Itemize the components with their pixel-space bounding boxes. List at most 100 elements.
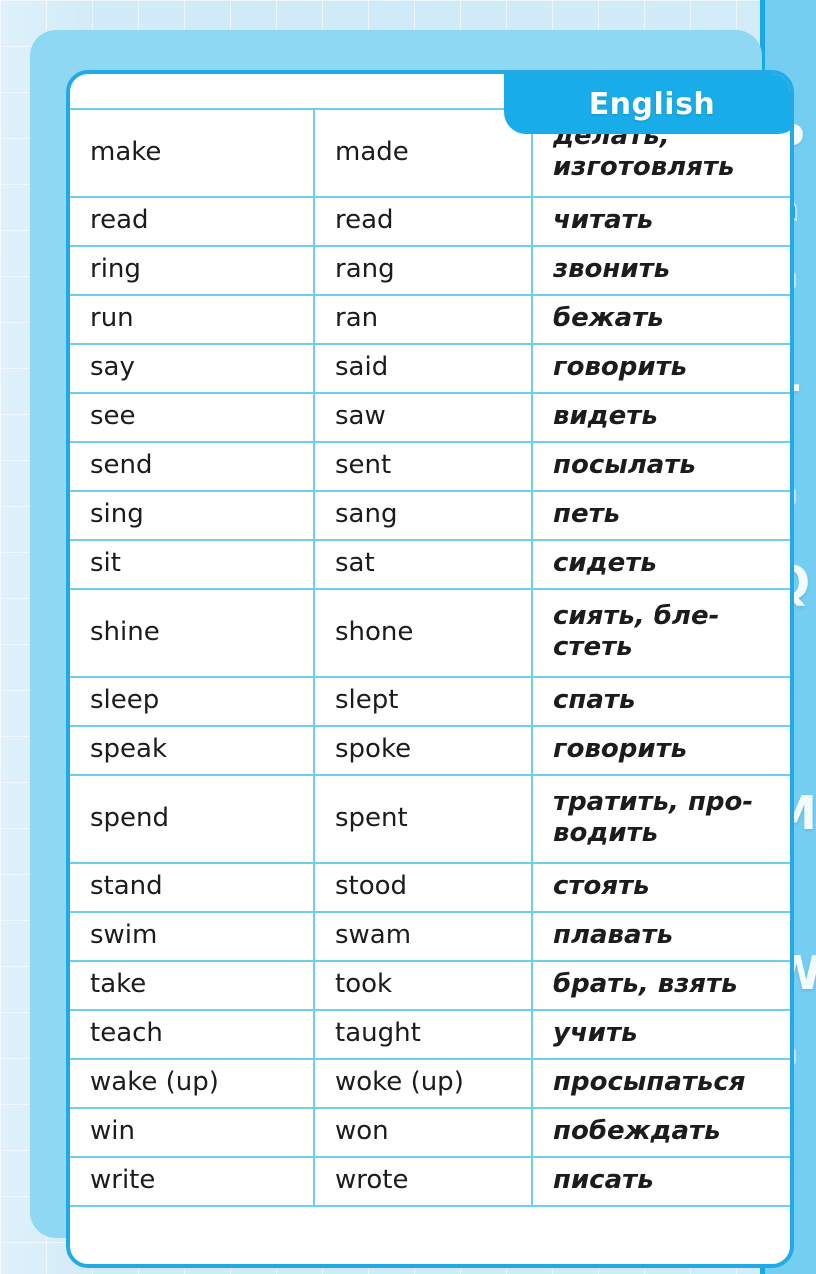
verb-infinitive-cell: swim <box>70 911 315 962</box>
table-row: send sent посылать <box>70 441 790 492</box>
verb-translation-cell: спать <box>532 676 790 727</box>
translation-line: звонить <box>553 254 671 285</box>
verb-infinitive-cell: teach <box>70 1009 315 1060</box>
translation-line: сиять, бле- <box>553 601 720 632</box>
table-row: write wrote писать <box>70 1156 790 1207</box>
verb-translation-cell: плавать <box>532 911 790 962</box>
verb-past-cell: ran <box>314 294 533 345</box>
translation-line: сидеть <box>553 548 657 579</box>
verb-past-cell: sang <box>314 490 533 541</box>
verb-translation-cell: звонить <box>532 245 790 296</box>
verb-past-cell: spoke <box>314 725 533 776</box>
table-row: sit sat сидеть <box>70 539 790 590</box>
translation-line: петь <box>553 499 621 530</box>
verb-past-cell: swam <box>314 911 533 962</box>
translation-line: бежать <box>553 303 664 334</box>
verb-past-cell: rang <box>314 245 533 296</box>
verb-past-cell: saw <box>314 392 533 443</box>
verb-translation-cell: сиять, бле-стеть <box>532 588 790 678</box>
verb-translation-cell: стоять <box>532 862 790 913</box>
verb-infinitive-cell: sit <box>70 539 315 590</box>
verb-infinitive-cell: speak <box>70 725 315 776</box>
verb-past-cell: woke (up) <box>314 1058 533 1109</box>
verb-translation-cell: видеть <box>532 392 790 443</box>
verb-past-cell: said <box>314 343 533 394</box>
translation-line: спать <box>553 685 636 716</box>
verb-infinitive-cell: see <box>70 392 315 443</box>
verb-translation-cell: учить <box>532 1009 790 1060</box>
translation-line: стоять <box>553 871 650 902</box>
table-row: stand stood стоять <box>70 862 790 913</box>
verb-translation-cell: говорить <box>532 725 790 776</box>
translation-line: побеждать <box>553 1116 721 1147</box>
verb-past-cell: took <box>314 960 533 1011</box>
verb-card-frame: English make made делать, изготовлять read re… <box>30 30 794 1268</box>
translation-line: брать, взять <box>553 969 738 1000</box>
translation-line: посылать <box>553 450 696 481</box>
translation-line: учить <box>553 1018 638 1049</box>
verb-infinitive-cell: send <box>70 441 315 492</box>
verb-infinitive-cell: say <box>70 343 315 394</box>
translation-line: плавать <box>553 920 674 951</box>
translation-line: говорить <box>553 352 688 383</box>
table-row: teach taught учить <box>70 1009 790 1060</box>
table-row: wake (up) woke (up) просыпаться <box>70 1058 790 1109</box>
verb-infinitive-cell: sleep <box>70 676 315 727</box>
verb-past-cell: made <box>314 108 533 198</box>
table-row: run ran бежать <box>70 294 790 345</box>
verb-translation-cell: посылать <box>532 441 790 492</box>
verb-translation-cell: тратить, про-водить <box>532 774 790 864</box>
table-row: swim swam плавать <box>70 911 790 962</box>
translation-line: тратить, про- <box>553 787 754 818</box>
verb-card: English make made делать, изготовлять read re… <box>66 70 794 1268</box>
verb-past-cell: read <box>314 196 533 247</box>
verb-translation-cell: писать <box>532 1156 790 1207</box>
verb-translation-cell: сидеть <box>532 539 790 590</box>
translation-line: говорить <box>553 734 688 765</box>
verb-translation-cell: петь <box>532 490 790 541</box>
verb-infinitive-cell: make <box>70 108 315 198</box>
verb-infinitive-cell: stand <box>70 862 315 913</box>
verb-translation-cell: читать <box>532 196 790 247</box>
verb-past-cell: taught <box>314 1009 533 1060</box>
translation-line: видеть <box>553 401 658 432</box>
table-row: see saw видеть <box>70 392 790 443</box>
table-row: win won побеждать <box>70 1107 790 1158</box>
translation-line: писать <box>553 1165 654 1196</box>
english-title-tab: English <box>504 74 790 134</box>
verb-infinitive-cell: sing <box>70 490 315 541</box>
table-row: ring rang звонить <box>70 245 790 296</box>
verb-infinitive-cell: spend <box>70 774 315 864</box>
verb-past-cell: slept <box>314 676 533 727</box>
translation-line: водить <box>553 818 659 848</box>
verb-infinitive-cell: run <box>70 294 315 345</box>
table-row: take took брать, взять <box>70 960 790 1011</box>
verb-translation-cell: говорить <box>532 343 790 394</box>
verb-translation-cell: просыпаться <box>532 1058 790 1109</box>
table-row: shine shone сиять, бле-стеть <box>70 588 790 678</box>
page-title: English <box>588 86 716 122</box>
verb-infinitive-cell: ring <box>70 245 315 296</box>
table-row: say said говорить <box>70 343 790 394</box>
translation-line: просыпаться <box>553 1067 746 1098</box>
verb-translation-cell: побеждать <box>532 1107 790 1158</box>
verb-past-cell: stood <box>314 862 533 913</box>
translation-line: стеть <box>553 632 633 662</box>
verb-past-cell: sat <box>314 539 533 590</box>
verb-past-cell: shone <box>314 588 533 678</box>
irregular-verbs-table: make made делать, изготовлять read read читать… <box>70 108 790 1207</box>
verb-infinitive-cell: win <box>70 1107 315 1158</box>
verb-past-cell: wrote <box>314 1156 533 1207</box>
verb-past-cell: won <box>314 1107 533 1158</box>
verb-translation-cell: бежать <box>532 294 790 345</box>
verb-translation-cell: брать, взять <box>532 960 790 1011</box>
verb-past-cell: sent <box>314 441 533 492</box>
table-row: sing sang петь <box>70 490 790 541</box>
verb-infinitive-cell: shine <box>70 588 315 678</box>
verb-past-cell: spent <box>314 774 533 864</box>
translation-line: читать <box>553 205 654 236</box>
table-row: read read читать <box>70 196 790 247</box>
translation-line: изготовлять <box>553 152 735 182</box>
table-row: spend spent тратить, про-водить <box>70 774 790 864</box>
table-row: sleep slept спать <box>70 676 790 727</box>
